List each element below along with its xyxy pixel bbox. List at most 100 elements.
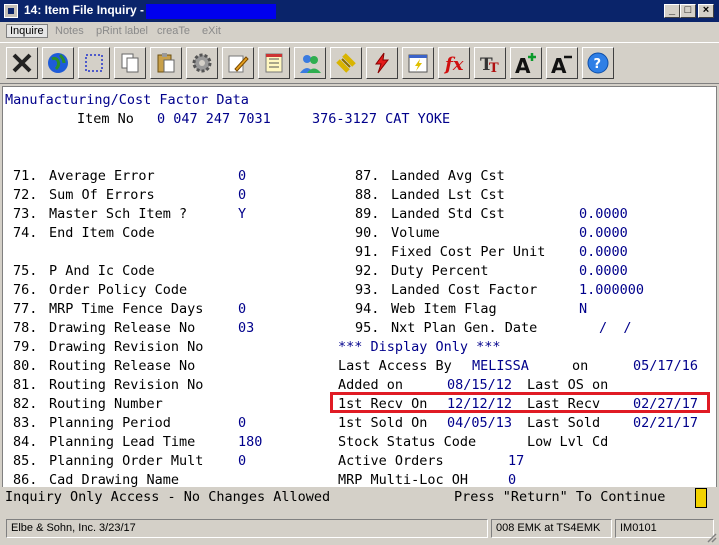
field-number: 84. — [13, 434, 38, 450]
field-number: 92. — [355, 263, 380, 279]
continue-prompt: Press "Return" To Continue — [454, 489, 666, 505]
field-number: 76. — [13, 282, 38, 298]
field-number: 71. — [13, 168, 38, 184]
field-number: 78. — [13, 320, 38, 336]
field-number: 81. — [13, 377, 38, 393]
font-larger-icon[interactable]: A — [510, 47, 542, 79]
item-no-label: Item No — [77, 111, 134, 127]
field-value: 0 — [238, 453, 247, 469]
field-number: 86. — [13, 472, 38, 488]
field-value: 0.0000 — [579, 244, 628, 260]
field-number: 75. — [13, 263, 38, 279]
toolbar: fx TT A A ? — [0, 42, 719, 84]
notepad-icon[interactable] — [258, 47, 290, 79]
field-number: 72. — [13, 187, 38, 203]
item-description: 376-3127 CAT YOKE — [312, 111, 451, 127]
close-button[interactable]: × — [698, 4, 714, 18]
field-label: Landed Lst Cst — [391, 187, 505, 203]
edit-pencil-icon[interactable] — [222, 47, 254, 79]
field-label: Landed Cost Factor — [391, 282, 538, 298]
exit-icon[interactable] — [6, 47, 38, 79]
link-icon[interactable] — [330, 47, 362, 79]
last-access-label: Last Access By — [338, 358, 452, 374]
globe-icon[interactable] — [42, 47, 74, 79]
field-number: 94. — [355, 301, 380, 317]
last-access-user: MELISSA — [472, 358, 529, 374]
active-orders-value: 17 — [508, 453, 525, 469]
status-program: IM0101 — [615, 519, 714, 538]
field-value: 0 — [238, 168, 247, 184]
last-access-on-label: on — [572, 358, 589, 374]
menu-print-label[interactable]: pRint label — [96, 25, 148, 37]
field-label: MRP Time Fence Days — [49, 301, 204, 317]
minimize-button[interactable]: _ — [664, 4, 680, 18]
recv-highlight-box — [330, 392, 710, 413]
added-on-date: 08/15/12 — [447, 377, 513, 393]
field-value: 0.0000 — [579, 263, 628, 279]
field-value: 0.0000 — [579, 206, 628, 222]
field-label: Master Sch Item ? — [49, 206, 188, 222]
function-icon[interactable]: fx — [438, 47, 470, 79]
users-icon[interactable] — [294, 47, 326, 79]
field-number: 85. — [13, 453, 38, 469]
last-sold-label: Last Sold — [527, 415, 601, 431]
title-bar[interactable]: 14: Item File Inquiry - _ □ × — [0, 0, 719, 22]
screen-heading: Manufacturing/Cost Factor Data — [5, 92, 249, 108]
status-session: 008 EMK at TS4EMK — [491, 519, 612, 538]
message-line: Inquiry Only Access - No Changes Allowed… — [2, 487, 717, 508]
access-message: Inquiry Only Access - No Changes Allowed — [5, 489, 331, 505]
field-value: N — [579, 301, 588, 317]
maximize-button[interactable]: □ — [680, 4, 696, 18]
field-label: Routing Release No — [49, 358, 196, 374]
field-number: 82. — [13, 396, 38, 412]
menu-notes[interactable]: Notes — [55, 25, 84, 37]
terminal-screen: Manufacturing/Cost Factor Data Item No 0… — [2, 86, 717, 506]
field-label: Routing Revision No — [49, 377, 204, 393]
last-access-date: 05/17/16 — [633, 358, 699, 374]
last-sold-date: 02/21/17 — [633, 415, 699, 431]
svg-text:fx: fx — [443, 54, 464, 75]
menu-inquire[interactable]: Inquire — [6, 24, 48, 38]
field-value: Y — [238, 206, 247, 222]
field-number: 79. — [13, 339, 38, 355]
edit-lightning-icon[interactable] — [402, 47, 434, 79]
first-sold-label: 1st Sold On — [338, 415, 428, 431]
field-number: 80. — [13, 358, 38, 374]
field-value: 0 — [238, 187, 247, 203]
first-sold-date: 04/05/13 — [447, 415, 513, 431]
field-value: 03 — [238, 320, 255, 336]
active-orders-label: Active Orders — [338, 453, 444, 469]
svg-text:?: ? — [594, 57, 602, 72]
lightning-icon[interactable] — [366, 47, 398, 79]
field-label: Planning Order Mult — [49, 453, 204, 469]
field-value: / / — [599, 320, 632, 336]
help-icon[interactable]: ? — [582, 47, 614, 79]
menu-bar: Inquire Notes pRint label creaTe eXit — [0, 22, 719, 42]
menu-exit[interactable]: eXit — [202, 25, 221, 37]
app-icon[interactable] — [4, 4, 18, 18]
menu-create[interactable]: creaTe — [157, 25, 190, 37]
font-tt-icon[interactable]: TT — [474, 47, 506, 79]
field-number: 77. — [13, 301, 38, 317]
field-value: 180 — [238, 434, 263, 450]
font-smaller-icon[interactable]: A — [546, 47, 578, 79]
field-number: 87. — [355, 168, 380, 184]
field-number: 73. — [13, 206, 38, 222]
field-label: Fixed Cost Per Unit — [391, 244, 546, 260]
last-os-label: Last OS on — [527, 377, 609, 393]
select-icon[interactable] — [78, 47, 110, 79]
display-only-banner: *** Display Only *** — [338, 339, 501, 355]
input-cursor[interactable] — [695, 488, 707, 508]
resize-grip-icon[interactable] — [705, 531, 717, 543]
field-label: Average Error — [49, 168, 155, 184]
field-label: Landed Std Cst — [391, 206, 505, 222]
copy-icon[interactable] — [114, 47, 146, 79]
settings-gear-icon[interactable] — [186, 47, 218, 79]
field-label: Web Item Flag — [391, 301, 497, 317]
paste-icon[interactable] — [150, 47, 182, 79]
field-label: Duty Percent — [391, 263, 489, 279]
field-label: Planning Period — [49, 415, 171, 431]
app-window: 14: Item File Inquiry - _ □ × Inquire No… — [0, 0, 719, 545]
field-label: Cad Drawing Name — [49, 472, 180, 488]
field-value: 0.0000 — [579, 225, 628, 241]
